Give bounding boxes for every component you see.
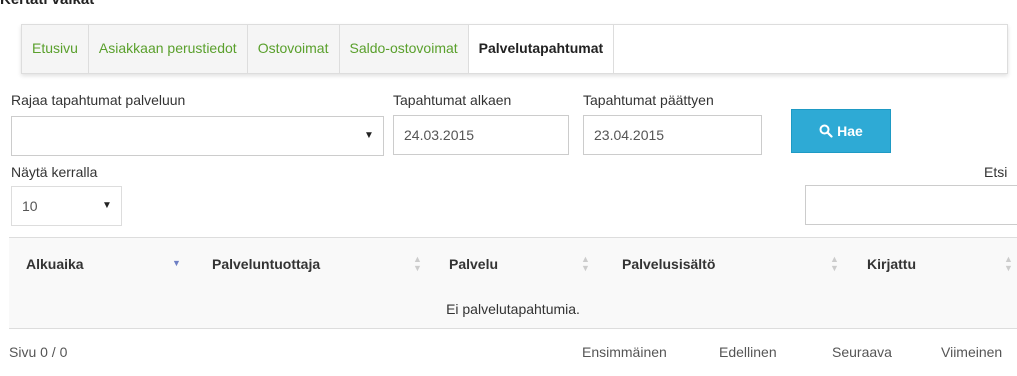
start-date-input[interactable]: 24.03.2015 bbox=[393, 115, 569, 155]
search-button-label: Hae bbox=[837, 123, 863, 139]
column-alkuaika[interactable]: Alkuaika bbox=[26, 238, 84, 290]
page-header-fragment: Kertati valkat bbox=[0, 0, 94, 8]
pagination-previous[interactable]: Edellinen bbox=[719, 344, 777, 360]
service-select[interactable] bbox=[11, 116, 384, 156]
column-palveluntuottaja[interactable]: Palveluntuottaja bbox=[212, 238, 320, 290]
chevron-down-icon: ▼ bbox=[364, 130, 374, 141]
tab-saldo-ostovoimat[interactable]: Saldo-ostovoimat bbox=[339, 25, 469, 73]
end-date-input[interactable]: 23.04.2015 bbox=[583, 115, 762, 155]
sort-desc-icon[interactable]: ▼ bbox=[172, 259, 181, 268]
page-size-label: Näytä kerralla bbox=[11, 164, 98, 180]
pagination-next[interactable]: Seuraava bbox=[832, 344, 892, 360]
sort-icon[interactable]: ▲ ▼ bbox=[581, 255, 590, 273]
search-label: Etsi bbox=[984, 164, 1008, 180]
page-info: Sivu 0 / 0 bbox=[9, 344, 68, 360]
tab-palvelutapahtumat[interactable]: Palvelutapahtumat bbox=[468, 25, 615, 73]
sort-icon[interactable]: ▲ ▼ bbox=[1004, 255, 1013, 273]
pagination-first[interactable]: Ensimmäinen bbox=[582, 344, 667, 360]
end-date-label: Tapahtumat päättyen bbox=[583, 92, 714, 108]
tab-ostovoimat[interactable]: Ostovoimat bbox=[247, 25, 340, 73]
search-icon bbox=[819, 124, 833, 138]
column-palvelusisalto[interactable]: Palvelusisältö bbox=[622, 238, 715, 290]
tab-bar: Etusivu Asiakkaan perustiedot Ostovoimat… bbox=[21, 24, 1008, 74]
tab-etusivu[interactable]: Etusivu bbox=[22, 25, 89, 73]
column-palvelu[interactable]: Palvelu bbox=[449, 238, 498, 290]
chevron-down-icon: ▼ bbox=[102, 200, 112, 211]
table-search-input[interactable] bbox=[805, 185, 1017, 225]
sort-icon[interactable]: ▲ ▼ bbox=[830, 255, 839, 273]
column-kirjattu[interactable]: Kirjattu bbox=[867, 238, 916, 290]
empty-table-message: Ei palvelutapahtumia. bbox=[9, 290, 1017, 329]
tab-asiakkaan-perustiedot[interactable]: Asiakkaan perustiedot bbox=[88, 25, 248, 73]
sort-icon[interactable]: ▲ ▼ bbox=[413, 255, 422, 273]
start-date-label: Tapahtumat alkaen bbox=[393, 92, 512, 108]
pagination-last[interactable]: Viimeinen bbox=[941, 344, 1002, 360]
search-button[interactable]: Hae bbox=[791, 109, 891, 153]
service-filter-label: Rajaa tapahtumat palveluun bbox=[11, 92, 186, 108]
table-header: Alkuaika ▼ Palveluntuottaja ▲ ▼ Palvelu ▲… bbox=[9, 237, 1017, 291]
